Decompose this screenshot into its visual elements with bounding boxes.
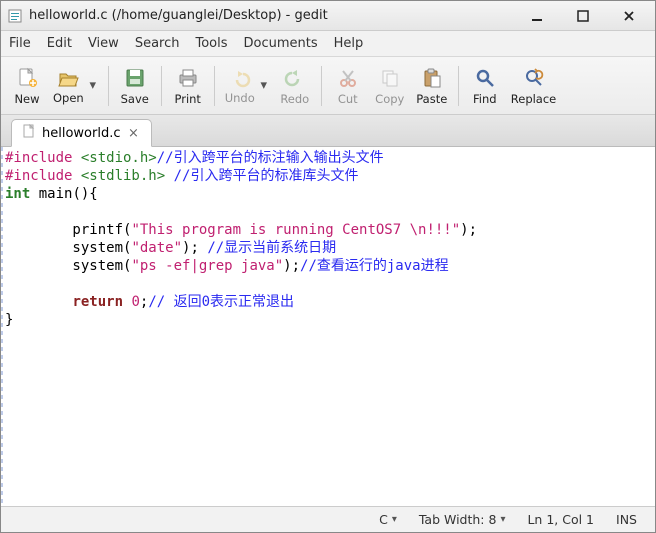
chevron-down-icon: ▾: [392, 514, 397, 525]
new-button[interactable]: New: [7, 61, 47, 111]
separator: [321, 66, 322, 106]
save-button[interactable]: Save: [115, 61, 155, 111]
print-icon: [176, 66, 200, 90]
undo-icon: [228, 67, 252, 91]
window-controls: [523, 5, 649, 27]
open-button[interactable]: Open ▾: [49, 61, 102, 111]
new-file-icon: [15, 66, 39, 90]
status-tabwidth-label: Tab Width: 8: [419, 512, 497, 527]
menu-search[interactable]: Search: [135, 36, 180, 51]
redo-button[interactable]: Redo: [275, 61, 315, 111]
find-icon: [473, 66, 497, 90]
print-button[interactable]: Print: [168, 61, 208, 111]
menubar: File Edit View Search Tools Documents He…: [1, 31, 655, 57]
status-language[interactable]: C ▾: [371, 512, 405, 527]
undo-dropdown-icon[interactable]: ▾: [259, 78, 269, 93]
tab-label: helloworld.c: [42, 126, 121, 141]
find-label: Find: [473, 92, 497, 106]
redo-label: Redo: [280, 92, 309, 106]
save-icon: [123, 66, 147, 90]
menu-edit[interactable]: Edit: [47, 36, 72, 51]
paste-label: Paste: [416, 92, 447, 106]
open-dropdown-icon[interactable]: ▾: [88, 78, 98, 93]
replace-label: Replace: [511, 92, 557, 106]
window-title: helloworld.c (/home/guanglei/Desktop) - …: [29, 8, 328, 23]
separator: [214, 66, 215, 106]
maximize-button[interactable]: [569, 5, 597, 27]
menu-file[interactable]: File: [9, 36, 31, 51]
open-label: Open: [53, 91, 84, 105]
status-cursor-position: Ln 1, Col 1: [519, 512, 602, 527]
close-button[interactable]: [615, 5, 643, 27]
chevron-down-icon: ▾: [500, 514, 505, 525]
tab-close-button[interactable]: ×: [127, 126, 141, 140]
separator: [108, 66, 109, 106]
document-tab[interactable]: helloworld.c ×: [11, 119, 152, 147]
copy-button[interactable]: Copy: [370, 61, 410, 111]
menu-documents[interactable]: Documents: [244, 36, 318, 51]
new-label: New: [14, 92, 39, 106]
paste-button[interactable]: Paste: [412, 61, 452, 111]
menu-tools[interactable]: Tools: [195, 36, 227, 51]
cut-icon: [336, 66, 360, 90]
cut-button[interactable]: Cut: [328, 61, 368, 111]
left-ruler: [1, 147, 3, 506]
undo-label: Undo: [225, 91, 255, 105]
app-icon: [7, 8, 23, 24]
statusbar: C ▾ Tab Width: 8 ▾ Ln 1, Col 1 INS: [1, 506, 655, 532]
print-label: Print: [174, 92, 200, 106]
open-icon: [56, 67, 80, 91]
redo-icon: [283, 66, 307, 90]
status-language-label: C: [379, 512, 388, 527]
toolbar: New Open ▾ Save Print Undo ▾: [1, 57, 655, 115]
undo-button[interactable]: Undo ▾: [221, 61, 273, 111]
find-button[interactable]: Find: [465, 61, 505, 111]
copy-icon: [378, 66, 402, 90]
copy-label: Copy: [375, 92, 404, 106]
cut-label: Cut: [338, 92, 358, 106]
replace-icon: [522, 66, 546, 90]
menu-help[interactable]: Help: [334, 36, 364, 51]
save-label: Save: [121, 92, 149, 106]
replace-button[interactable]: Replace: [507, 61, 561, 111]
code-area[interactable]: #include <stdio.h>//引入跨平台的标注输入输出头文件 #inc…: [1, 147, 655, 331]
editor-viewport[interactable]: #include <stdio.h>//引入跨平台的标注输入输出头文件 #inc…: [1, 147, 655, 506]
tabbar: helloworld.c ×: [1, 115, 655, 147]
titlebar: helloworld.c (/home/guanglei/Desktop) - …: [1, 1, 655, 31]
separator: [458, 66, 459, 106]
separator: [161, 66, 162, 106]
minimize-button[interactable]: [523, 5, 551, 27]
status-tabwidth[interactable]: Tab Width: 8 ▾: [411, 512, 514, 527]
menu-view[interactable]: View: [88, 36, 119, 51]
paste-icon: [420, 66, 444, 90]
status-insert-mode[interactable]: INS: [608, 512, 645, 527]
file-icon: [22, 124, 36, 142]
